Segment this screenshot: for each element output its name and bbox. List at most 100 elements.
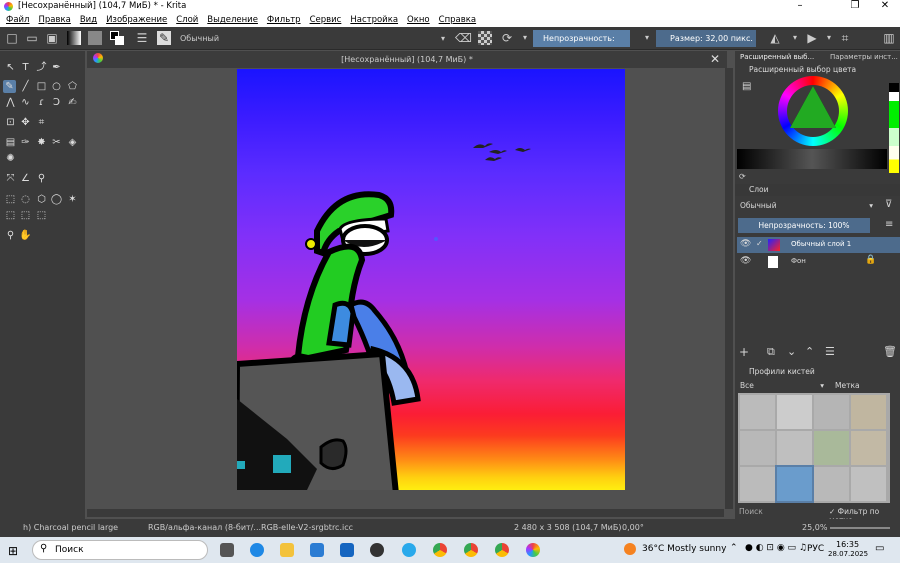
menu-tools[interactable]: Сервис	[310, 15, 342, 25]
brush-presets-grid[interactable]	[738, 393, 890, 503]
search-box[interactable]: ⚲ Поиск	[32, 540, 208, 560]
zoom-slider[interactable]	[830, 527, 890, 529]
tab-tool-options[interactable]: Параметры инст...	[830, 51, 900, 63]
reload-preset-icon[interactable]: ⟳	[500, 31, 514, 45]
menu-layer[interactable]: Слой	[176, 15, 198, 25]
horizontal-scrollbar[interactable]	[87, 509, 724, 517]
chevron-down-icon[interactable]: ▾	[518, 31, 532, 45]
line-tool-icon[interactable]: ╱	[19, 80, 32, 93]
chevron-down-icon[interactable]: ▾	[640, 31, 654, 45]
similar-select-icon[interactable]: ⬚	[4, 209, 17, 222]
menu-help[interactable]: Справка	[439, 15, 476, 25]
eye-icon[interactable]: 👁	[740, 239, 751, 249]
chrome-icon[interactable]	[433, 543, 447, 557]
opacity-slider[interactable]: Непрозрачность: 100%	[533, 30, 630, 60]
language-indicator[interactable]: РУС	[807, 544, 824, 554]
pattern-icon[interactable]	[88, 31, 102, 45]
freehand-select-icon[interactable]: ◯	[50, 193, 63, 206]
transform-tool-icon[interactable]: ⊡	[4, 116, 17, 129]
gradient-tool-icon[interactable]: ▤	[4, 136, 17, 149]
new-document-icon[interactable]: □	[5, 31, 19, 45]
vertical-scrollbar[interactable]	[725, 68, 733, 509]
edit-shapes-icon[interactable]: ⤴	[35, 61, 48, 74]
size-slider[interactable]: Размер: 32,00 пикс.	[656, 30, 756, 47]
polygon-tool-icon[interactable]: ⬠	[66, 80, 79, 93]
mirror-horizontal-icon[interactable]: ◭	[768, 31, 782, 45]
close-document-icon[interactable]: ✕	[710, 51, 724, 68]
tray-chevron-icon[interactable]: ⌃	[730, 543, 738, 553]
minimize-button[interactable]: –	[785, 0, 815, 11]
bezier-tool-icon[interactable]: ∿	[19, 96, 32, 109]
layer-properties-icon[interactable]: ☰	[825, 345, 835, 358]
krita-taskbar-icon[interactable]	[526, 543, 540, 557]
weather-text[interactable]: 36°C Mostly sunny	[642, 544, 726, 554]
assistant-icon[interactable]: ✂	[50, 136, 63, 149]
brush-preset-icon[interactable]: ✎	[157, 31, 171, 45]
ellipse-select-icon[interactable]: ◌	[19, 193, 32, 206]
tab-color-selector[interactable]: Расширенный выб...	[740, 51, 815, 63]
menu-icon[interactable]: ≡	[885, 219, 893, 230]
clock-time[interactable]: 16:35	[836, 540, 859, 549]
filter-icon[interactable]: ⊽	[885, 199, 892, 210]
rect-select-icon[interactable]: ⬚	[4, 193, 17, 206]
zoom-level[interactable]: 25,0%	[802, 519, 827, 537]
refresh-icon[interactable]: ⟳	[739, 172, 746, 181]
ellipse-tool-icon[interactable]: ○	[50, 80, 63, 93]
smart-patch-icon[interactable]: ✸	[35, 136, 48, 149]
close-button[interactable]: ✕	[870, 0, 900, 11]
menu-settings[interactable]: Настройка	[350, 15, 398, 25]
duplicate-layer-icon[interactable]: ⧉	[767, 345, 775, 359]
color-menu-icon[interactable]: ▤	[742, 81, 751, 92]
chrome-icon[interactable]	[464, 543, 478, 557]
brush-filter-select[interactable]: Все ▾	[738, 380, 826, 392]
layer-row[interactable]: 👁 Фон 🔒	[737, 254, 900, 270]
color-history[interactable]	[889, 83, 899, 173]
telegram-icon[interactable]	[402, 543, 416, 557]
layer-blend-select[interactable]: Обычный ▾	[737, 200, 875, 212]
menu-file[interactable]: Файл	[6, 15, 29, 25]
magnetic-select-icon[interactable]: ⬚	[35, 209, 48, 222]
multibrush-icon[interactable]: ✍	[66, 96, 79, 109]
drawing-canvas[interactable]	[237, 69, 625, 490]
chrome-icon[interactable]	[495, 543, 509, 557]
fg-bg-colors-icon[interactable]	[110, 31, 124, 45]
blend-mode-select[interactable]: Обычный ▾	[175, 31, 449, 46]
notification-icon[interactable]: ▭	[875, 543, 884, 554]
layer-row[interactable]: 👁 ✓ Обычный слой 1	[737, 237, 900, 253]
color-picker-icon[interactable]: ✑	[19, 136, 32, 149]
shade-selector[interactable]	[737, 149, 887, 169]
windows-start-icon[interactable]: ⊞	[8, 544, 18, 558]
lock-icon[interactable]: 🔒	[865, 255, 876, 265]
eraser-icon[interactable]: ⌫	[455, 31, 472, 45]
delete-layer-icon[interactable]: 🗑	[883, 345, 897, 358]
pan-tool-icon[interactable]: ✋	[19, 229, 32, 242]
chevron-down-icon[interactable]: ▾	[822, 31, 836, 45]
app-icon[interactable]	[370, 543, 384, 557]
calligraphy-icon[interactable]: ✒	[50, 61, 63, 74]
magic-wand-icon[interactable]: ✶	[66, 193, 79, 206]
select-shapes-icon[interactable]: ↖	[4, 61, 17, 74]
move-down-icon[interactable]: ⌄	[787, 345, 796, 358]
crop-tool-icon[interactable]: ⌗	[35, 116, 48, 129]
tray-icons[interactable]: ● ◐ ⊡ ◉ ▭ ♫	[745, 543, 807, 553]
color-wheel[interactable]	[778, 76, 848, 146]
measure-tool-icon[interactable]: ∠	[19, 172, 32, 185]
fill-tool-icon[interactable]: ◈	[66, 136, 79, 149]
maximize-button[interactable]: ❐	[840, 0, 870, 11]
gradient-icon[interactable]	[67, 31, 81, 45]
layer-opacity-slider[interactable]: Непрозрачность: 100%	[738, 218, 870, 233]
enclose-fill-icon[interactable]: ✺	[4, 152, 17, 165]
menu-filter[interactable]: Фильтр	[267, 15, 301, 25]
menu-view[interactable]: Вид	[80, 15, 97, 25]
move-tool-icon[interactable]: ✥	[19, 116, 32, 129]
open-icon[interactable]: ▭	[25, 31, 39, 45]
dynamic-brush-icon[interactable]: Ↄ	[50, 96, 63, 109]
alpha-lock-icon[interactable]	[478, 31, 492, 45]
brush-settings-icon[interactable]: ☰	[135, 31, 149, 45]
polygon-select-icon[interactable]: ⬡	[35, 193, 48, 206]
eye-icon[interactable]: 👁	[740, 256, 751, 266]
polyline-tool-icon[interactable]: ⋀	[4, 96, 17, 109]
brush-search-input[interactable]: Поиск	[739, 507, 763, 516]
menu-select[interactable]: Выделение	[207, 15, 258, 25]
document-tab[interactable]: [Несохранённый] (104,7 МиБ) *	[87, 51, 727, 68]
